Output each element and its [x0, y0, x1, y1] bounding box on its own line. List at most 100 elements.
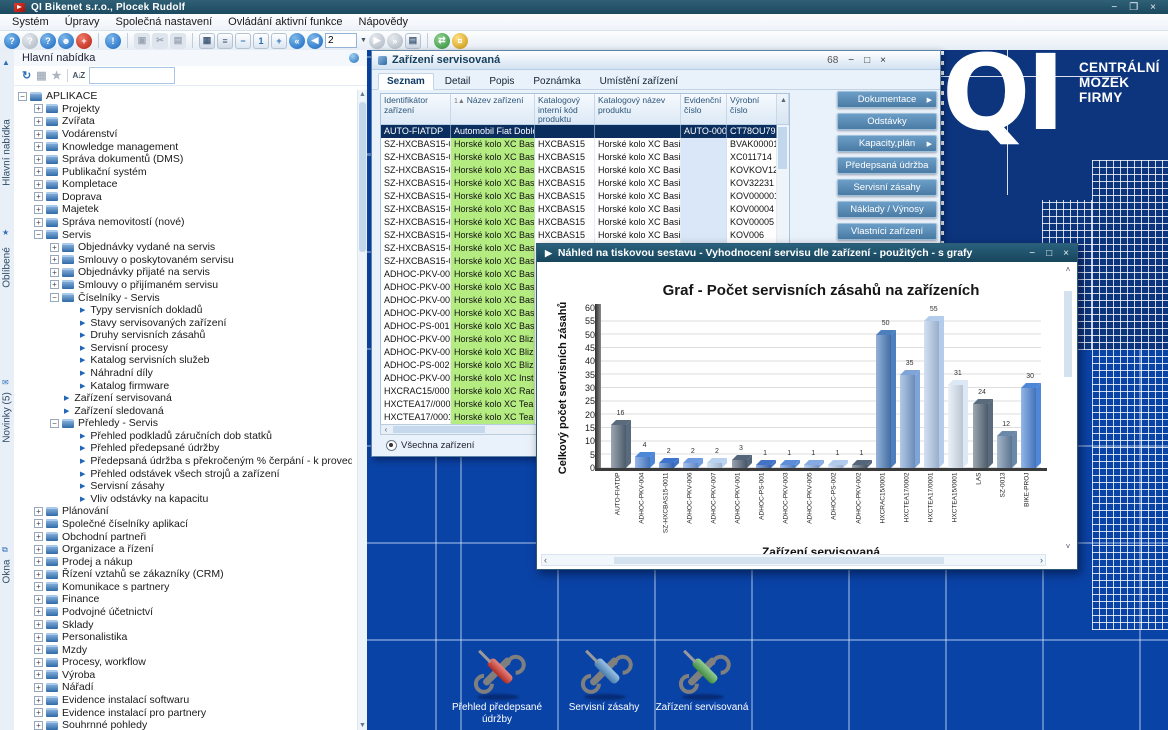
action-button-p-edepsan-dr-ba[interactable]: Předepsaná údržba — [837, 157, 937, 174]
tree-toggle[interactable]: + — [34, 708, 43, 717]
preview-vscrollbar[interactable]: ˄ ˅ — [1062, 265, 1074, 551]
tree-toggle[interactable]: + — [34, 155, 43, 164]
devwin-titlebar[interactable]: Zařízení servisovaná 68 − □ × — [372, 51, 940, 70]
app-close-button[interactable]: × — [1150, 2, 1156, 13]
column-header[interactable]: Výrobní číslo — [727, 94, 777, 124]
tree-item[interactable]: +Vodárenství — [14, 128, 352, 141]
tree-toggle[interactable]: + — [34, 670, 43, 679]
tree-item[interactable]: ▶Stavy servisovaných zařízení — [14, 316, 352, 329]
tree-scrollbar[interactable]: ▲ ▼ — [357, 90, 367, 730]
desktop-icon[interactable]: Přehled předepsané údržby — [442, 646, 552, 726]
table-row[interactable]: SZ-HXCBAS15-0009Horské kolo XC Basic 15"… — [381, 203, 777, 216]
tree-toggle[interactable]: + — [34, 167, 43, 176]
support-icon[interactable]: + — [76, 33, 92, 49]
column-header[interactable]: Identifikátor zařízení — [381, 94, 451, 124]
sort-az-icon[interactable]: A↓Z — [73, 71, 85, 80]
tree-toggle[interactable]: + — [34, 205, 43, 214]
table-row[interactable]: SZ-HXCBAS15-0007Horské kolo XC Basic 15"… — [381, 177, 777, 190]
tree-item[interactable]: +Kompletace — [14, 178, 352, 191]
tree-item[interactable]: ▶Druhy servisních zásahů — [14, 329, 352, 342]
tree-toggle[interactable]: − — [18, 92, 27, 101]
help-icon[interactable]: ? — [4, 33, 20, 49]
tree-item[interactable]: +Zvířata — [14, 115, 352, 128]
faq-icon[interactable]: ? — [40, 33, 56, 49]
tree-item[interactable]: +Procesy, workflow — [14, 656, 352, 669]
tree-item[interactable]: +Prodej a nákup — [14, 555, 352, 568]
tree-item[interactable]: ▶Přehled podkladů záručních dob statků — [14, 430, 352, 443]
tree-item[interactable]: +Sklady — [14, 618, 352, 631]
tree-toggle[interactable]: + — [34, 532, 43, 541]
preview-titlebar[interactable]: ▶ Náhled na tiskovou sestavu - Vyhodnoce… — [537, 244, 1077, 262]
scroll-down-icon[interactable]: ˅ — [1062, 542, 1074, 551]
tree-item[interactable]: −Servis — [14, 228, 352, 241]
tree-toggle[interactable]: + — [50, 243, 59, 252]
tree-toggle[interactable]: + — [34, 545, 43, 554]
tree-toggle[interactable]: + — [34, 519, 43, 528]
tree-toggle[interactable]: + — [50, 268, 59, 277]
tree-toggle[interactable]: + — [34, 696, 43, 705]
tree-item[interactable]: +Řízení vztahů se zákazníky (CRM) — [14, 568, 352, 581]
table-row[interactable]: SZ-HXCBAS15-0008Horské kolo XC Basic 15"… — [381, 190, 777, 203]
sidebar-tab-1[interactable]: Hlavní nabídka — [2, 113, 13, 193]
tree-item[interactable]: +Finance — [14, 593, 352, 606]
scroll-up-icon[interactable]: ˄ — [1062, 265, 1074, 274]
tree-toggle[interactable]: + — [50, 255, 59, 264]
zoom-out-icon[interactable]: − — [235, 33, 251, 49]
tree-toggle[interactable]: + — [34, 658, 43, 667]
tree-item[interactable]: ▶Typy servisních dokladů — [14, 304, 352, 317]
tree-item[interactable]: +Projekty — [14, 103, 352, 116]
tree-search-input[interactable] — [89, 67, 175, 84]
table-row[interactable]: SZ-HXCBAS15-0010Horské kolo XC Basic 15"… — [381, 216, 777, 229]
tree-toggle[interactable]: + — [34, 620, 43, 629]
tree-toggle[interactable]: + — [34, 130, 43, 139]
tree-item[interactable]: +Evidence instalací pro partnery — [14, 706, 352, 719]
tree-item[interactable]: +Podvojné účetnictví — [14, 606, 352, 619]
sidebar-tab-3[interactable]: Novinky (5) — [2, 385, 13, 451]
radio-all-devices[interactable] — [386, 440, 397, 451]
action-button-servisn-z-sahy[interactable]: Servisní zásahy — [837, 179, 937, 196]
tree-item[interactable]: +Doprava — [14, 191, 352, 204]
tree-toggle[interactable]: − — [50, 419, 59, 428]
tree-item[interactable]: ▶Katalog firmware — [14, 379, 352, 392]
tree-toggle[interactable]: + — [34, 683, 43, 692]
cash-icon[interactable]: ¤ — [452, 33, 468, 49]
tree-toggle[interactable]: + — [34, 645, 43, 654]
zoom-in-icon[interactable]: + — [271, 33, 287, 49]
last-record-icon[interactable]: » — [387, 33, 403, 49]
windows-icon[interactable]: ▦ — [199, 33, 215, 49]
column-header[interactable]: Katalogový název produktu — [595, 94, 681, 124]
table-row[interactable]: SZ-HXCBAS15-0006Horské kolo XC Basic 15"… — [381, 164, 777, 177]
preview-minimize-button[interactable]: − — [1029, 248, 1035, 259]
assistant-icon[interactable]: ☻ — [58, 33, 74, 49]
menu-spole-n-nastaven-[interactable]: Společná nastavení — [108, 16, 221, 28]
alerts-icon[interactable]: ! — [105, 33, 121, 49]
tree-toggle[interactable]: + — [34, 557, 43, 566]
menu-n-pov-dy[interactable]: Nápovědy — [351, 16, 417, 28]
first-record-icon[interactable]: « — [289, 33, 305, 49]
menu--pravy[interactable]: Úpravy — [57, 16, 108, 28]
tree-toggle[interactable]: + — [34, 607, 43, 616]
tree-item[interactable]: +Personalistika — [14, 631, 352, 644]
tab-seznam[interactable]: Seznam — [378, 73, 434, 90]
tree-item[interactable]: −Číselníky - Servis — [14, 291, 352, 304]
tree-item[interactable]: ▶Zařízení sledovaná — [14, 404, 352, 417]
tree-item[interactable]: +Nářadí — [14, 681, 352, 694]
tree-item[interactable]: +Komunikace s partnery — [14, 581, 352, 594]
preview-maximize-button[interactable]: □ — [1046, 248, 1052, 259]
scroll-up-icon[interactable]: ▲ — [358, 91, 367, 98]
tab-popis[interactable]: Popis — [481, 74, 522, 89]
print-icon[interactable]: ▤ — [405, 33, 421, 49]
tree-item[interactable]: +Evidence instalací softwaru — [14, 694, 352, 707]
favorite-star-icon[interactable]: ★ — [52, 69, 62, 82]
tree-toggle[interactable]: + — [50, 280, 59, 289]
record-number-input[interactable] — [325, 33, 357, 48]
menu-ovl-d-n-aktivn-funkce[interactable]: Ovládání aktivní funkce — [220, 16, 350, 28]
export-icon[interactable]: ⇄ — [434, 33, 450, 49]
menu-syst-m[interactable]: Systém — [4, 16, 57, 28]
detail-icon[interactable]: ≡ — [217, 33, 233, 49]
app-minimize-button[interactable]: − — [1111, 2, 1117, 13]
desktop-icon[interactable]: Servisní zásahy — [549, 646, 659, 714]
tree-item[interactable]: +Souhrnné pohledy — [14, 719, 352, 730]
tree-item[interactable]: +Správa nemovitostí (nové) — [14, 216, 352, 229]
screen-icon[interactable]: ▦ — [36, 69, 46, 82]
